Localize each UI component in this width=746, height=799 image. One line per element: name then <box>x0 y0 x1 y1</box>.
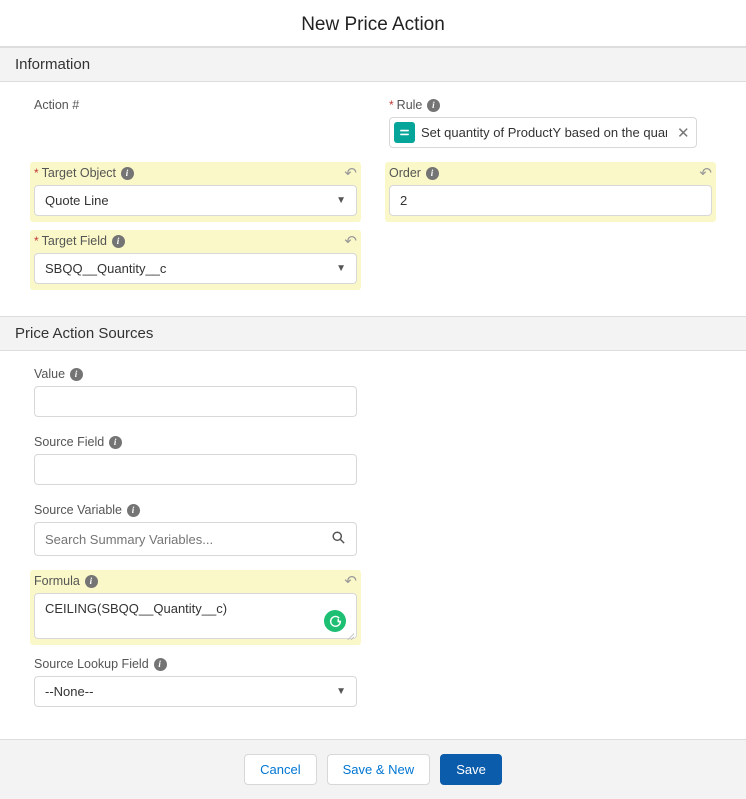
info-icon[interactable]: i <box>109 436 122 449</box>
label-rule: Rule <box>397 98 423 112</box>
input-order-wrap <box>389 185 712 216</box>
save-and-new-button[interactable]: Save & New <box>327 754 431 785</box>
label-target-object: Target Object <box>42 166 116 180</box>
close-icon[interactable]: ✕ <box>677 124 690 142</box>
field-rule: * Rule i Set quantity of ProductY based … <box>385 94 716 154</box>
section-header-information: Information <box>0 47 746 82</box>
field-source-variable: Source Variable i <box>30 499 361 562</box>
footer: Cancel Save & New Save <box>0 739 746 799</box>
section-header-sources: Price Action Sources <box>0 316 746 351</box>
chevron-down-icon: ▼ <box>336 263 346 274</box>
info-icon[interactable]: i <box>427 99 440 112</box>
field-source-lookup: Source Lookup Field i --None-- ▼ <box>30 653 361 713</box>
label-source-lookup: Source Lookup Field <box>34 657 149 671</box>
search-icon <box>331 530 346 548</box>
label-source-variable: Source Variable <box>34 503 122 517</box>
input-source-field-wrap <box>34 454 357 485</box>
resize-handle-icon[interactable] <box>346 628 354 636</box>
label-formula: Formula <box>34 574 80 588</box>
info-icon[interactable]: i <box>154 658 167 671</box>
lookup-source-variable[interactable] <box>34 522 357 556</box>
label-order: Order <box>389 166 421 180</box>
rule-chip[interactable]: Set quantity of ProductY based on the qu… <box>389 117 697 148</box>
textarea-formula-wrap <box>34 593 357 639</box>
rule-record-icon <box>394 122 415 143</box>
save-button[interactable]: Save <box>440 754 502 785</box>
required-marker: * <box>34 234 39 248</box>
info-icon[interactable]: i <box>112 235 125 248</box>
undo-icon[interactable]: ↶ <box>699 164 712 182</box>
required-marker: * <box>34 166 39 180</box>
undo-icon[interactable]: ↶ <box>344 164 357 182</box>
select-target-field-value: SBQQ__Quantity__c <box>45 261 166 276</box>
info-icon[interactable]: i <box>121 167 134 180</box>
field-target-object: * Target Object i ↶ Quote Line ▼ <box>30 162 361 222</box>
rule-chip-label: Set quantity of ProductY based on the qu… <box>421 125 667 140</box>
field-target-field: * Target Field i ↶ SBQQ__Quantity__c ▼ <box>30 230 361 290</box>
select-target-object[interactable]: Quote Line ▼ <box>34 185 357 216</box>
chevron-down-icon: ▼ <box>336 195 346 206</box>
info-icon[interactable]: i <box>127 504 140 517</box>
info-icon[interactable]: i <box>85 575 98 588</box>
select-source-lookup-value: --None-- <box>45 684 93 699</box>
label-target-field: Target Field <box>42 234 107 248</box>
field-formula: Formula i ↶ <box>30 570 361 645</box>
label-action-number: Action # <box>34 98 79 112</box>
select-source-lookup[interactable]: --None-- ▼ <box>34 676 357 707</box>
undo-icon[interactable]: ↶ <box>344 572 357 590</box>
textarea-formula[interactable] <box>45 601 318 631</box>
input-value[interactable] <box>45 394 346 409</box>
select-target-field[interactable]: SBQQ__Quantity__c ▼ <box>34 253 357 284</box>
value-action-number <box>34 117 357 143</box>
field-value: Value i <box>30 363 361 423</box>
field-action-number: Action # <box>30 94 361 149</box>
grammarly-icon[interactable] <box>324 610 346 632</box>
field-order: Order i ↶ <box>385 162 716 222</box>
input-source-field[interactable] <box>45 462 346 477</box>
input-source-variable[interactable] <box>45 532 325 547</box>
required-marker: * <box>389 98 394 112</box>
input-value-wrap <box>34 386 357 417</box>
field-source-field: Source Field i <box>30 431 361 491</box>
info-icon[interactable]: i <box>426 167 439 180</box>
input-order[interactable] <box>400 193 701 208</box>
undo-icon[interactable]: ↶ <box>344 232 357 250</box>
info-icon[interactable]: i <box>70 368 83 381</box>
label-source-field: Source Field <box>34 435 104 449</box>
chevron-down-icon: ▼ <box>336 686 346 697</box>
label-value: Value <box>34 367 65 381</box>
select-target-object-value: Quote Line <box>45 193 109 208</box>
cancel-button[interactable]: Cancel <box>244 754 316 785</box>
page-title: New Price Action <box>0 0 746 46</box>
